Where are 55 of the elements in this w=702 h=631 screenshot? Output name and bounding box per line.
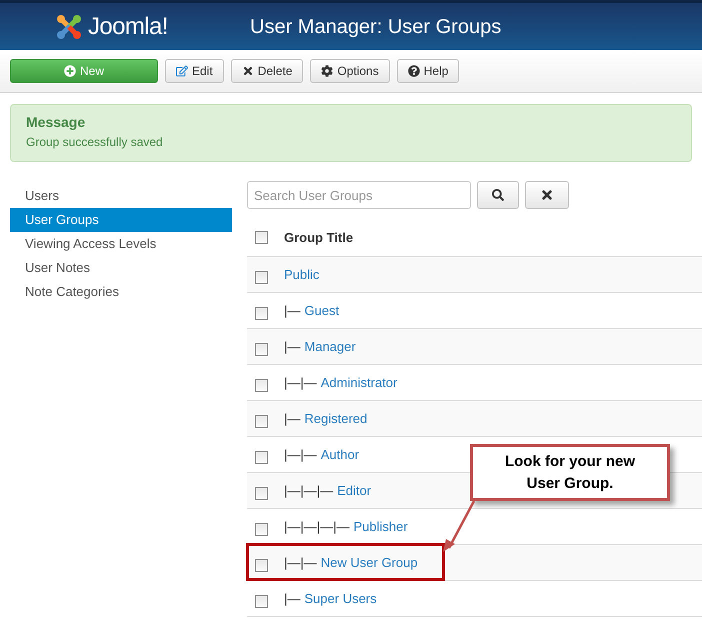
message-text: Group successfully saved — [26, 134, 164, 151]
group-link[interactable]: Manager — [304, 336, 356, 356]
tree-indent-marker: |— — [284, 302, 300, 320]
checkbox[interactable] — [255, 450, 268, 464]
checkbox[interactable] — [255, 306, 268, 320]
gear-icon — [321, 65, 334, 77]
group-link[interactable]: Super Users — [304, 588, 377, 608]
checkbox[interactable] — [255, 414, 268, 428]
clear-button[interactable] — [525, 181, 569, 209]
toolbar-button[interactable]: Delete — [230, 59, 304, 83]
checkbox[interactable] — [255, 378, 268, 392]
logo-text: Joomla! — [88, 14, 168, 38]
group-link[interactable]: Administrator — [320, 372, 398, 392]
group-link[interactable]: Publisher — [354, 516, 408, 536]
sidebar-item[interactable]: User Notes — [10, 256, 232, 280]
search-icon — [492, 189, 504, 201]
toolbar-button[interactable]: Options — [310, 59, 390, 83]
callout-box: Look for your new User Group. — [470, 444, 670, 501]
tree-indent-marker: |—|— — [284, 554, 317, 572]
sidebar-item[interactable]: User Groups — [10, 208, 232, 232]
checkbox[interactable] — [255, 342, 268, 356]
tree-indent-marker: |—|— — [284, 374, 317, 392]
tree-indent-marker: |— — [284, 410, 300, 428]
group-link[interactable]: New User Group — [320, 552, 418, 572]
sidebar-item[interactable]: Users — [10, 184, 232, 208]
search-field[interactable]: Search User Groups — [247, 181, 471, 209]
message-heading: Message — [26, 113, 86, 132]
group-link[interactable]: Registered — [304, 408, 368, 428]
sidebar-item[interactable]: Viewing Access Levels — [10, 232, 232, 256]
close-icon — [242, 65, 254, 77]
tree-indent-marker: |—|—|— — [284, 482, 334, 500]
close-icon — [540, 188, 554, 202]
checkbox[interactable] — [255, 522, 268, 536]
sidebar-item[interactable]: Note Categories — [10, 280, 232, 304]
help-icon — [408, 65, 420, 77]
group-link[interactable]: Author — [320, 444, 360, 464]
column-header[interactable]: Group Title — [284, 228, 354, 248]
checkbox[interactable] — [255, 231, 268, 244]
toolbar-button[interactable]: New — [10, 59, 158, 83]
page-title: User Manager: User Groups — [250, 14, 502, 40]
toolbar-button[interactable]: Help — [396, 59, 460, 83]
tree-indent-marker: |— — [284, 338, 300, 356]
checkbox[interactable] — [255, 270, 268, 284]
search-button[interactable] — [477, 181, 519, 209]
group-link[interactable]: Guest — [304, 300, 340, 320]
group-link[interactable]: Public — [284, 264, 320, 284]
group-link[interactable]: Editor — [337, 480, 372, 500]
tree-indent-marker: |—|— — [284, 446, 317, 464]
edit-icon — [176, 65, 188, 77]
tree-indent-marker: |— — [284, 590, 300, 608]
checkbox[interactable] — [255, 486, 268, 500]
checkbox[interactable] — [255, 594, 268, 608]
checkbox[interactable] — [255, 558, 268, 572]
tree-indent-marker: |—|—|—|— — [284, 518, 350, 536]
toolbar-button[interactable]: Edit — [165, 59, 224, 83]
